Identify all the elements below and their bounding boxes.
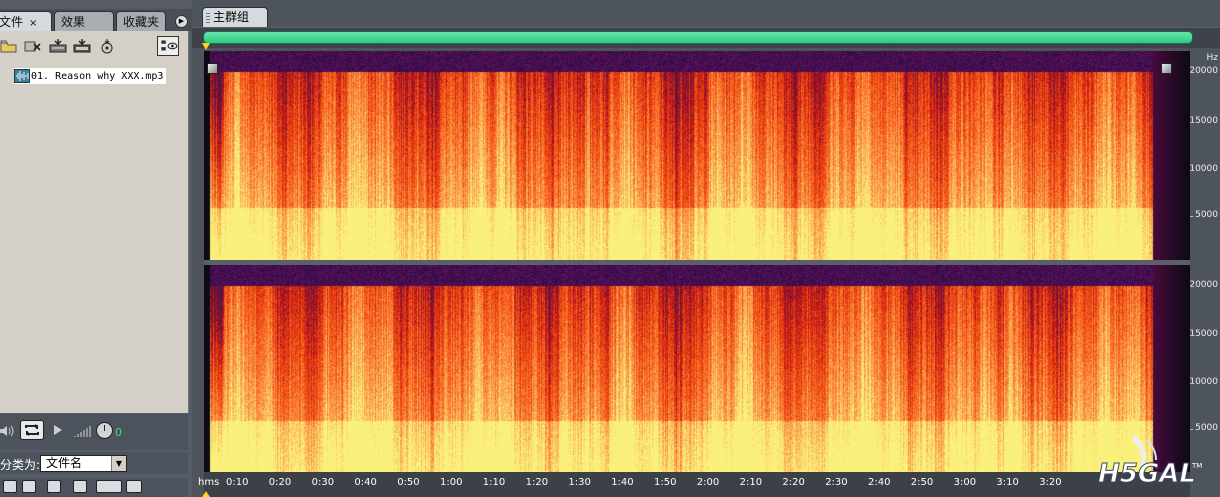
volume-level-icon	[74, 426, 91, 437]
time-label: 2:30	[825, 477, 848, 488]
tab-effects[interactable]: 效果	[54, 11, 114, 31]
time-label: 2:00	[696, 477, 720, 488]
file-name: 01. Reason why XXX.mp3	[31, 70, 164, 82]
frequency-tick	[1190, 382, 1193, 384]
edit-file-icon[interactable]	[98, 38, 116, 54]
frequency-label: 20000	[1189, 279, 1218, 290]
time-label: 1:20	[525, 477, 549, 488]
tab-effects-label: 效果	[61, 15, 86, 29]
show-midi-icon[interactable]	[73, 480, 87, 493]
frequency-label: 5000	[1195, 210, 1218, 221]
spectrogram-left-channel[interactable]	[204, 51, 1190, 260]
filter-icon[interactable]	[96, 480, 122, 493]
sort-label: 分类为:	[0, 458, 41, 472]
time-label: 3:20	[1039, 477, 1062, 488]
time-label: 0:40	[354, 477, 377, 488]
playhead-marker-icon[interactable]	[202, 43, 210, 50]
time-label: hms	[198, 477, 220, 488]
tab-favorites[interactable]: 收藏夹	[116, 11, 166, 31]
time-label: 2:10	[739, 477, 763, 488]
tab-grip-icon	[206, 13, 210, 23]
frequency-label: 10000	[1189, 376, 1218, 387]
time-label: 2:50	[910, 477, 934, 488]
frequency-tick	[1190, 71, 1193, 73]
svg-text:H5GAL: H5GAL	[1098, 459, 1196, 489]
sort-select[interactable]: 文件名 ▼	[40, 455, 127, 472]
show-audio-icon[interactable]	[3, 480, 17, 493]
sort-value: 文件名	[46, 456, 83, 470]
play-icon[interactable]	[54, 425, 62, 435]
tab-close-icon[interactable]: ×	[29, 18, 37, 29]
tab-main-group-label: 主群组	[213, 10, 250, 24]
time-label: 1:10	[482, 477, 506, 488]
audio-file-icon	[14, 69, 30, 83]
frequency-tick	[1190, 170, 1193, 172]
fade-out-handle-icon[interactable]	[1161, 63, 1172, 74]
insert-cd-icon[interactable]	[73, 38, 91, 54]
files-panel: 文件 × 效果 收藏夹 ▶ 01. Reason why XXX.mp3 0 分…	[0, 0, 192, 497]
preview-transport: 0	[0, 414, 188, 450]
time-label: 0:10	[226, 477, 249, 488]
loop-button[interactable]	[20, 420, 44, 440]
frequency-tick	[1190, 122, 1193, 124]
chevron-down-icon: ▼	[111, 456, 126, 471]
time-ruler[interactable]: hms 0:10 0:20 0:30 0:40 0:50 1:00 1:10 1:20 1:30 1…	[198, 472, 1190, 497]
tab-files-label: 文件	[0, 15, 24, 29]
overview-range-slider[interactable]	[203, 31, 1193, 44]
frequency-label: 15000	[1189, 329, 1218, 340]
frequency-unit: Hz	[1206, 53, 1219, 63]
time-label: 1:00	[440, 477, 463, 488]
files-panel-body: 01. Reason why XXX.mp3	[0, 31, 189, 413]
tab-main-group[interactable]: 主群组	[202, 7, 268, 27]
frequency-label: 10000	[1189, 164, 1218, 175]
frequency-tick	[1190, 285, 1193, 287]
file-list-item[interactable]: 01. Reason why XXX.mp3	[14, 68, 167, 84]
sort-row: 分类为: 文件名 ▼	[0, 452, 188, 474]
frequency-tick	[1190, 335, 1193, 337]
tab-files[interactable]: 文件 ×	[0, 11, 52, 31]
volume-value: 0	[115, 426, 122, 439]
frequency-label: 15000	[1189, 116, 1218, 127]
time-label: 3:10	[996, 477, 1019, 488]
speaker-icon[interactable]	[0, 424, 16, 438]
spectrogram-right-channel[interactable]	[204, 265, 1190, 472]
fade-in-handle-icon[interactable]	[207, 63, 218, 74]
main-editor-panel: 主群组 Hz 20000 15000 10000 5000 20000 15000 1000…	[192, 0, 1220, 497]
tab-favorites-label: 收藏夹	[123, 15, 160, 29]
panel-tab-bar: 文件 × 效果 收藏夹 ▶	[0, 9, 192, 31]
spectral-display[interactable]	[204, 51, 1190, 472]
loop-icon	[25, 424, 39, 436]
time-label: 2:40	[868, 477, 891, 488]
view-options-icon[interactable]	[157, 36, 179, 56]
time-label: 0:20	[268, 477, 292, 488]
show-video-icon[interactable]	[47, 480, 61, 493]
watermark-logo: H5GAL TM	[1098, 434, 1202, 490]
time-label: 1:40	[611, 477, 634, 488]
files-bottom-toolbar	[0, 478, 188, 497]
time-label: 1:30	[568, 477, 591, 488]
time-marker-icon[interactable]	[202, 491, 210, 497]
auto-play-icon[interactable]	[22, 480, 36, 493]
frequency-label: 20000	[1189, 65, 1218, 76]
overview-bar	[192, 27, 1220, 48]
show-loops-icon[interactable]	[126, 480, 142, 493]
file-list: 01. Reason why XXX.mp3	[0, 65, 186, 411]
close-file-icon[interactable]	[24, 38, 42, 54]
time-label: 0:30	[311, 477, 335, 488]
frequency-tick	[1190, 216, 1193, 218]
volume-knob[interactable]	[96, 422, 113, 439]
insert-multitrack-icon[interactable]	[49, 38, 67, 54]
open-file-icon[interactable]	[0, 38, 18, 54]
files-toolbar	[0, 31, 188, 61]
time-label: 3:00	[953, 477, 977, 488]
panel-menu-arrow-icon[interactable]: ▶	[175, 15, 188, 28]
frequency-scale: Hz 20000 15000 10000 5000 20000 15000 10000 500…	[1189, 51, 1220, 472]
svg-text:TM: TM	[1191, 462, 1202, 470]
time-label: 0:50	[397, 477, 420, 488]
time-label: 1:50	[654, 477, 677, 488]
time-label: 2:20	[782, 477, 805, 488]
